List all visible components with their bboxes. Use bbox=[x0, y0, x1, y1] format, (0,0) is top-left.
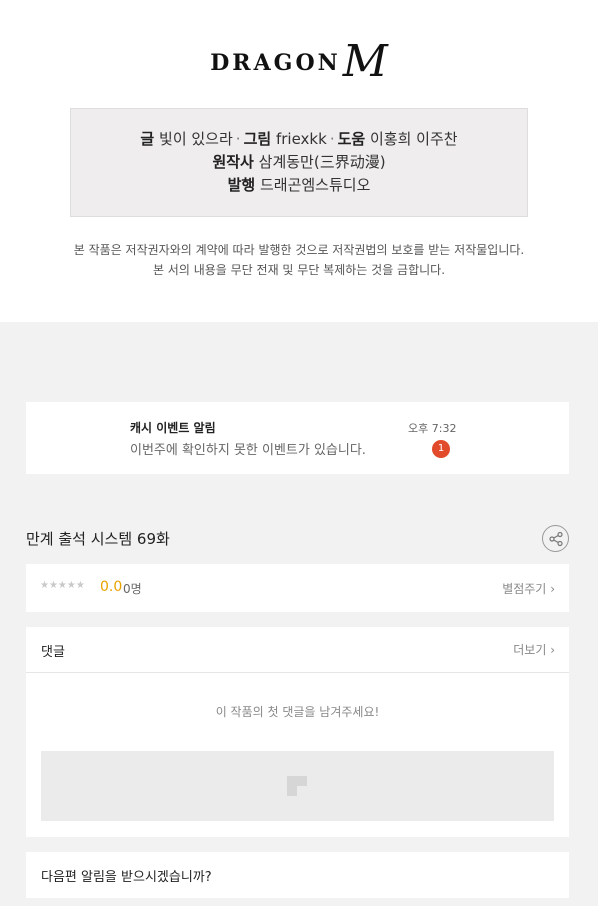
comment-input-area[interactable] bbox=[41, 751, 554, 821]
publisher-logo: DRAGONM bbox=[0, 40, 598, 84]
credits-line-publisher: 발행 드래곤엠스튜디오 bbox=[71, 174, 527, 197]
publish-name: 드래곤엠스튜디오 bbox=[259, 176, 371, 194]
alert-time: 오후 7:32 bbox=[408, 422, 457, 435]
copyright-notice: 본 작품은 저작권자와의 계약에 따라 발행한 것으로 저작권법의 보호를 받는… bbox=[0, 240, 598, 280]
comments-section: 댓글 더보기 › 이 작품의 첫 댓글을 남겨주세요! bbox=[26, 627, 569, 837]
rate-button-label: 별점주기 bbox=[502, 582, 547, 596]
writer-name: 빛이 있으라 bbox=[159, 130, 233, 148]
assist-names: 이홍희 이주찬 bbox=[369, 130, 458, 148]
logo-letter: M bbox=[342, 36, 388, 87]
original-label: 원작사 bbox=[212, 153, 254, 171]
rating-score: 0.0 bbox=[100, 579, 123, 595]
credits-line-creators: 글 빛이 있으라 · 그림 friexkk · 도움 이홍희 이주찬 bbox=[140, 130, 458, 148]
alert-count-badge: 1 bbox=[432, 440, 450, 458]
copyright-line-2: 본 서의 내용을 무단 전재 및 무단 복제하는 것을 금합니다. bbox=[152, 263, 446, 277]
logo-wordmark: DRAGON bbox=[210, 50, 341, 76]
writer-label: 글 bbox=[140, 130, 155, 148]
star-rating-icons: ★★★★★ bbox=[40, 580, 85, 591]
empty-comments-message: 이 작품의 첫 댓글을 남겨주세요! bbox=[215, 705, 380, 719]
share-icon bbox=[549, 531, 563, 547]
share-button[interactable] bbox=[542, 525, 569, 552]
original-name: 삼계동만(三界动漫) bbox=[258, 153, 386, 171]
comments-more-button[interactable]: 더보기 › bbox=[513, 641, 555, 658]
artist-name: friexkk bbox=[275, 130, 327, 148]
credits-line-original: 원작사 삼계동만(三界动漫) bbox=[71, 151, 527, 174]
alert-title: 캐시 이벤트 알림 bbox=[130, 421, 216, 435]
chevron-right-icon: › bbox=[550, 582, 555, 596]
episode-footer-header: DRAGONM 글 빛이 있으라 · 그림 friexkk · 도움 이홍희 이주찬 원… bbox=[0, 0, 598, 322]
alert-body: 이번주에 확인하지 못한 이벤트가 있습니다. bbox=[130, 443, 366, 458]
rate-button[interactable]: 별점주기 › bbox=[502, 580, 555, 597]
credits-box: 글 빛이 있으라 · 그림 friexkk · 도움 이홍희 이주찬 원작사 삼계동만(… bbox=[70, 108, 528, 217]
next-episode-alert[interactable]: 다음편 알림을 받으시겠습니까? bbox=[26, 852, 569, 898]
next-episode-prompt: 다음편 알림을 받으시겠습니까? bbox=[41, 870, 212, 885]
comments-title: 댓글 bbox=[41, 645, 65, 660]
artist-label: 그림 bbox=[243, 130, 272, 148]
cash-event-alert[interactable]: 캐시 이벤트 알림 이번주에 확인하지 못한 이벤트가 있습니다. 오후 7:3… bbox=[26, 402, 569, 474]
rating-count: 0명 bbox=[123, 582, 142, 596]
rating-card: ★★★★★ 0.0 0명 별점주기 › bbox=[26, 564, 569, 612]
assist-label: 도움 bbox=[337, 130, 366, 148]
episode-title: 만계 출석 시스템 69화 bbox=[26, 530, 170, 548]
publish-label: 발행 bbox=[227, 176, 256, 194]
placeholder-image-icon bbox=[287, 776, 307, 796]
more-label: 더보기 bbox=[513, 643, 547, 657]
copyright-line-1: 본 작품은 저작권자와의 계약에 따라 발행한 것으로 저작권법의 보호를 받는… bbox=[73, 243, 525, 257]
comments-header: 댓글 더보기 › bbox=[26, 627, 569, 673]
chevron-right-icon: › bbox=[550, 643, 555, 657]
